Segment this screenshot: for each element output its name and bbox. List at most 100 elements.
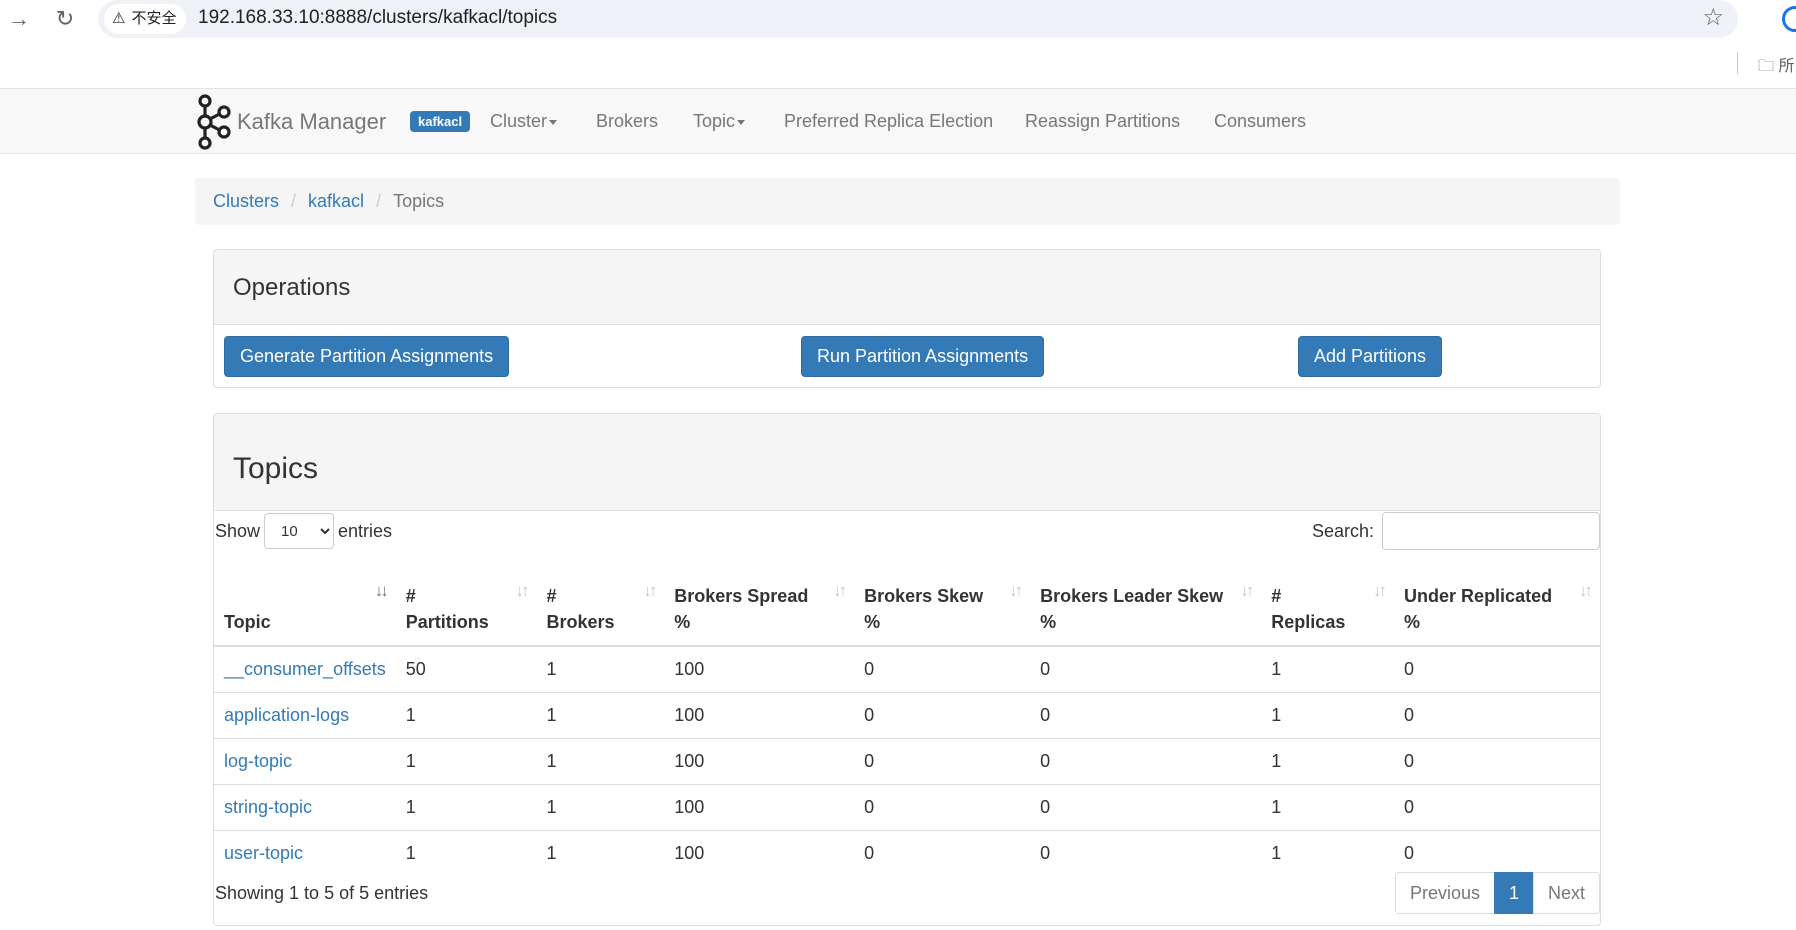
brokers-spread-cell: 100	[664, 645, 855, 692]
column-header-under-replicated[interactable]: Under Replicated% ↓↑	[1394, 562, 1600, 647]
brokers-leader-skew-cell: 0	[1030, 829, 1262, 876]
replicas-cell: 1	[1261, 691, 1395, 738]
under-replicated-cell: 0	[1394, 737, 1600, 784]
sort-icon: ↓↑	[1579, 581, 1593, 600]
replicas-cell: 1	[1261, 783, 1395, 830]
topic-link[interactable]: user-topic	[224, 843, 303, 863]
table-row: log-topic 1 1 100 0 0 1 0	[214, 737, 1600, 784]
operations-panel: Operations Generate Partition Assignment…	[213, 249, 1601, 388]
brokers-spread-cell: 100	[664, 737, 855, 784]
nav-topic-dropdown[interactable]: Topic	[693, 89, 746, 153]
topics-panel: Topics Show 10 entries Search: Topic ↓↓ #…	[213, 413, 1601, 926]
nav-cluster-dropdown[interactable]: Cluster	[490, 89, 558, 153]
sort-ascending-icon: ↓↓	[374, 581, 389, 600]
table-header-row: Topic ↓↓ # Partitions ↓↑ # Brokers ↓↑ Brokers…	[214, 562, 1600, 647]
column-header-brokers-spread[interactable]: Brokers Spread% ↓↑	[664, 562, 855, 647]
brokers-cell: 1	[536, 691, 665, 738]
security-label: 不安全	[131, 10, 177, 27]
bookmark-folder-label: 所	[1778, 58, 1795, 75]
partitions-cell: 1	[395, 737, 537, 784]
brokers-spread-cell: 100	[664, 783, 855, 830]
nav-topic-label: Topic	[693, 111, 736, 131]
nav-consumers[interactable]: Consumers	[1214, 89, 1306, 153]
partitions-cell: 1	[395, 829, 537, 876]
caret-down-icon	[737, 119, 746, 125]
breadcrumb-cluster[interactable]: kafkacl	[308, 191, 364, 211]
sort-icon: ↓↑	[833, 581, 847, 600]
pagination-next[interactable]: Next	[1532, 872, 1600, 914]
nav-cluster-label: Cluster	[490, 111, 548, 131]
security-chip[interactable]: ⚠ 不安全	[104, 4, 187, 34]
show-label: Show	[215, 520, 261, 541]
topic-link[interactable]: string-topic	[224, 797, 312, 817]
profile-icon[interactable]	[1782, 6, 1796, 32]
topic-link[interactable]: application-logs	[224, 705, 349, 725]
under-replicated-cell: 0	[1394, 645, 1600, 692]
pagination-page-1[interactable]: 1	[1493, 872, 1534, 914]
partitions-cell: 50	[395, 645, 537, 692]
url-text[interactable]: 192.168.33.10:8888/clusters/kafkacl/topi…	[198, 0, 557, 36]
brokers-cell: 1	[536, 829, 665, 876]
run-partition-assignments-button[interactable]: Run Partition Assignments	[801, 336, 1045, 377]
operations-title: Operations	[214, 250, 1600, 325]
breadcrumb-clusters[interactable]: Clusters	[213, 191, 279, 211]
nav-reassign-partitions[interactable]: Reassign Partitions	[1025, 89, 1180, 153]
brokers-skew-cell: 0	[854, 691, 1031, 738]
topics-title: Topics	[214, 414, 1600, 511]
brokers-leader-skew-cell: 0	[1030, 645, 1262, 692]
brokers-cell: 1	[536, 645, 665, 692]
breadcrumb-separator: /	[376, 191, 382, 211]
brokers-cell: 1	[536, 783, 665, 830]
sort-icon: ↓↑	[1373, 581, 1387, 600]
table-info: Showing 1 to 5 of 5 entries	[215, 883, 429, 903]
search-input[interactable]	[1382, 512, 1600, 550]
generate-partition-assignments-button[interactable]: Generate Partition Assignments	[224, 336, 510, 377]
column-header-brokers-skew[interactable]: Brokers Skew% ↓↑	[854, 562, 1031, 647]
partitions-cell: 1	[395, 691, 537, 738]
nav-brokers[interactable]: Brokers	[596, 89, 658, 153]
address-bar[interactable]: ⚠ 不安全 192.168.33.10:8888/clusters/kafkac…	[98, 0, 1738, 38]
bookmark-folder[interactable]: 🗀 所	[1758, 52, 1794, 82]
sort-icon: ↓↑	[515, 581, 530, 600]
column-header-partitions[interactable]: # Partitions ↓↑	[395, 562, 537, 647]
brokers-leader-skew-cell: 0	[1030, 737, 1262, 784]
page-length-select[interactable]: 10	[264, 513, 335, 549]
brokers-skew-cell: 0	[854, 645, 1031, 692]
column-header-brokers[interactable]: # Brokers ↓↑	[536, 562, 665, 647]
column-header-topic[interactable]: Topic ↓↓	[214, 562, 396, 647]
topics-table: Topic ↓↓ # Partitions ↓↑ # Brokers ↓↑ Brokers…	[214, 562, 1600, 876]
search-label: Search:	[1311, 520, 1374, 541]
entries-label: entries	[338, 520, 393, 541]
under-replicated-cell: 0	[1394, 691, 1600, 738]
brokers-leader-skew-cell: 0	[1030, 691, 1262, 738]
forward-icon[interactable]: →	[4, 4, 34, 34]
warning-icon: ⚠	[112, 10, 126, 27]
page-length-control: Show 10 entries	[215, 512, 392, 550]
topic-link[interactable]: log-topic	[224, 751, 292, 771]
nav-preferred-replica-election[interactable]: Preferred Replica Election	[784, 89, 993, 153]
brand-link[interactable]: Kafka Manager	[195, 93, 386, 151]
sort-icon: ↓↑	[1009, 581, 1023, 600]
table-row: string-topic 1 1 100 0 0 1 0	[214, 783, 1600, 830]
bookmark-star-icon[interactable]: ☆	[1702, 3, 1724, 32]
bookmark-bar-divider	[1737, 52, 1738, 74]
column-header-replicas[interactable]: # Replicas ↓↑	[1261, 562, 1395, 647]
topic-link[interactable]: __consumer_offsets	[224, 659, 386, 679]
sort-icon: ↓↑	[643, 581, 657, 600]
under-replicated-cell: 0	[1394, 829, 1600, 876]
replicas-cell: 1	[1261, 829, 1395, 876]
reload-icon[interactable]: ↻	[50, 4, 80, 34]
kafka-logo-icon	[197, 94, 231, 150]
breadcrumb-separator: /	[291, 191, 297, 211]
add-partitions-button[interactable]: Add Partitions	[1298, 336, 1443, 377]
browser-chrome: → ↻ ⚠ 不安全 192.168.33.10:8888/clusters/ka…	[0, 0, 1796, 88]
replicas-cell: 1	[1261, 645, 1395, 692]
brand-title: Kafka Manager	[237, 109, 387, 134]
sort-icon: ↓↑	[1240, 581, 1254, 600]
pagination-previous[interactable]: Previous	[1394, 872, 1495, 914]
table-row: __consumer_offsets 50 1 100 0 0 1 0	[214, 645, 1600, 692]
pagination: Previous 1 Next	[1394, 872, 1600, 914]
column-header-brokers-leader-skew[interactable]: Brokers Leader Skew% ↓↑	[1030, 562, 1262, 647]
table-search: Search:	[1312, 512, 1600, 550]
cluster-badge: kafkacl	[410, 111, 471, 132]
